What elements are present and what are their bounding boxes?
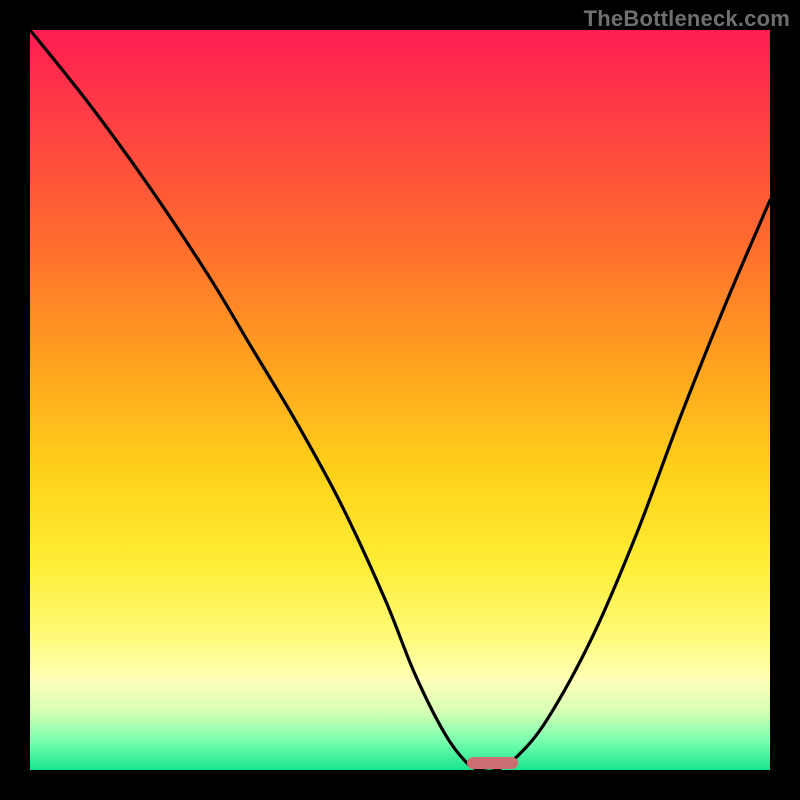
curve-path	[30, 30, 770, 770]
optimal-range-marker	[467, 757, 519, 769]
plot-area	[30, 30, 770, 770]
watermark-text: TheBottleneck.com	[584, 6, 790, 32]
bottleneck-curve	[30, 30, 770, 770]
chart-frame: TheBottleneck.com	[0, 0, 800, 800]
